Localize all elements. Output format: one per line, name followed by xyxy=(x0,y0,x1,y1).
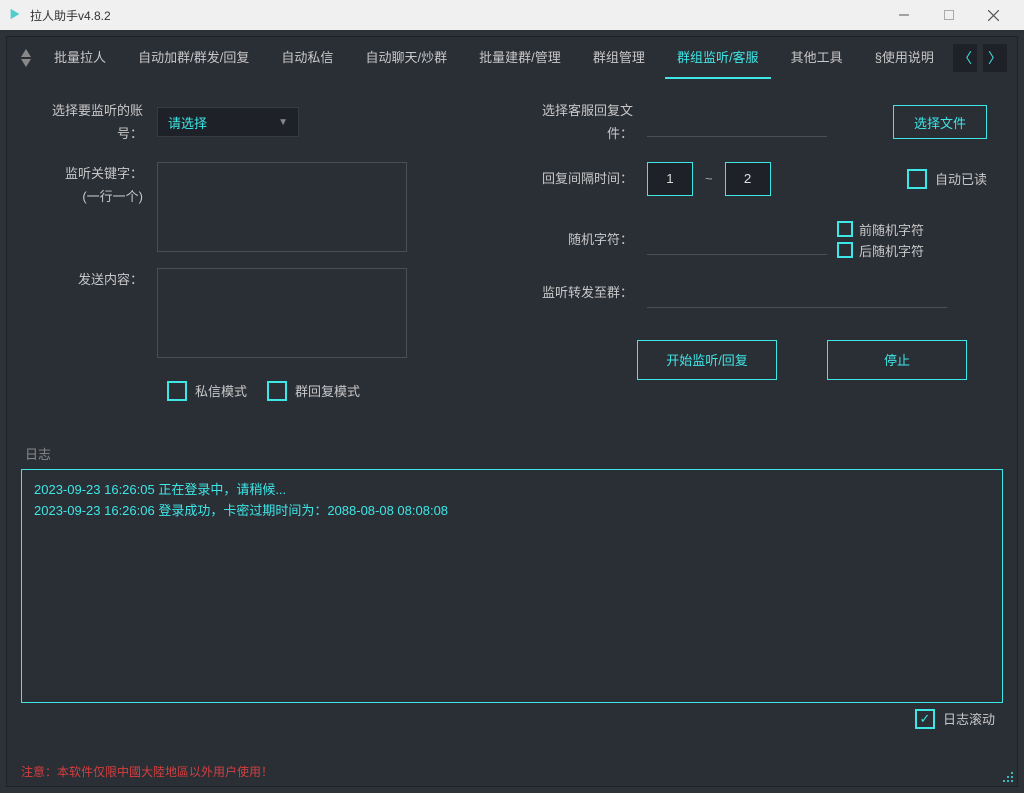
tab-7[interactable]: 其他工具 xyxy=(779,37,855,79)
forward-group-label: 监听转发至群： xyxy=(527,281,647,304)
chevron-down-icon: ▼ xyxy=(278,117,288,128)
interval-label: 回复间隔时间： xyxy=(527,167,647,190)
group-reply-mode-label: 群回复模式 xyxy=(295,381,360,400)
prefix-random-checkbox[interactable] xyxy=(837,221,853,237)
forward-group-input[interactable] xyxy=(647,278,947,308)
suffix-random-checkbox[interactable] xyxy=(837,242,853,258)
interval-from-input[interactable] xyxy=(647,162,693,196)
maximize-button[interactable] xyxy=(926,0,971,30)
stop-button[interactable]: 停止 xyxy=(827,340,967,380)
tab-bar: 批量拉人自动加群/群发/回复自动私信自动聊天/炒群批量建群/管理群组管理群组监听… xyxy=(7,37,1017,79)
tab-prev-button[interactable]: 〈 xyxy=(953,44,977,72)
log-line: 2023-09-23 16:26:06 登录成功，卡密过期时间为：2088-08… xyxy=(34,501,990,522)
tab-0[interactable]: 批量拉人 xyxy=(42,37,118,79)
tab-4[interactable]: 批量建群/管理 xyxy=(467,37,573,79)
account-select-value: 请选择 xyxy=(168,113,207,132)
random-char-label: 随机字符： xyxy=(527,228,647,251)
window-titlebar: 拉人助手v4.8.2 xyxy=(0,0,1024,30)
window-title: 拉人助手v4.8.2 xyxy=(30,7,881,24)
prefix-random-label: 前随机字符 xyxy=(859,220,924,239)
log-line: 2023-09-23 16:26:05 正在登录中，请稍候... xyxy=(34,480,990,501)
warning-text: 注意：本软件仅限中國大陸地區以外用户使用！ xyxy=(21,763,273,780)
interval-separator: ~ xyxy=(705,171,713,186)
log-output[interactable]: 2023-09-23 16:26:05 正在登录中，请稍候...2023-09-… xyxy=(21,469,1003,703)
reply-file-label: 选择客服回复文件： xyxy=(527,99,647,146)
reply-file-input[interactable] xyxy=(647,107,827,137)
account-select[interactable]: 请选择 ▼ xyxy=(157,107,299,137)
log-scroll-checkbox[interactable] xyxy=(915,709,935,729)
log-scroll-label: 日志滚动 xyxy=(943,709,995,728)
keywords-textarea[interactable] xyxy=(157,162,407,252)
resize-grip[interactable] xyxy=(1001,770,1015,784)
tab-8[interactable]: §使用说明 xyxy=(863,37,946,79)
tab-5[interactable]: 群组管理 xyxy=(581,37,657,79)
log-title: 日志 xyxy=(21,444,1003,463)
auto-read-label: 自动已读 xyxy=(935,169,987,188)
close-button[interactable] xyxy=(971,0,1016,30)
send-content-label: 发送内容： xyxy=(37,268,157,291)
choose-file-button[interactable]: 选择文件 xyxy=(893,105,987,139)
group-reply-mode-checkbox[interactable] xyxy=(267,381,287,401)
tab-3[interactable]: 自动聊天/炒群 xyxy=(353,37,459,79)
keywords-label: 监听关键字： (一行一个) xyxy=(37,162,157,209)
tab-next-button[interactable]: 〉 xyxy=(983,44,1007,72)
suffix-random-label: 后随机字符 xyxy=(859,241,924,260)
interval-to-input[interactable] xyxy=(725,162,771,196)
auto-read-checkbox[interactable] xyxy=(907,169,927,189)
send-content-textarea[interactable] xyxy=(157,268,407,358)
random-char-input[interactable] xyxy=(647,225,827,255)
start-listen-button[interactable]: 开始监听/回复 xyxy=(637,340,777,380)
tab-6[interactable]: 群组监听/客服 xyxy=(665,37,771,79)
app-icon xyxy=(8,7,24,23)
tab-scroll-hint xyxy=(17,37,35,79)
private-mode-checkbox[interactable] xyxy=(167,381,187,401)
account-label: 选择要监听的账号： xyxy=(37,99,157,146)
minimize-button[interactable] xyxy=(881,0,926,30)
tab-1[interactable]: 自动加群/群发/回复 xyxy=(126,37,261,79)
private-mode-label: 私信模式 xyxy=(195,381,247,400)
tab-2[interactable]: 自动私信 xyxy=(269,37,345,79)
